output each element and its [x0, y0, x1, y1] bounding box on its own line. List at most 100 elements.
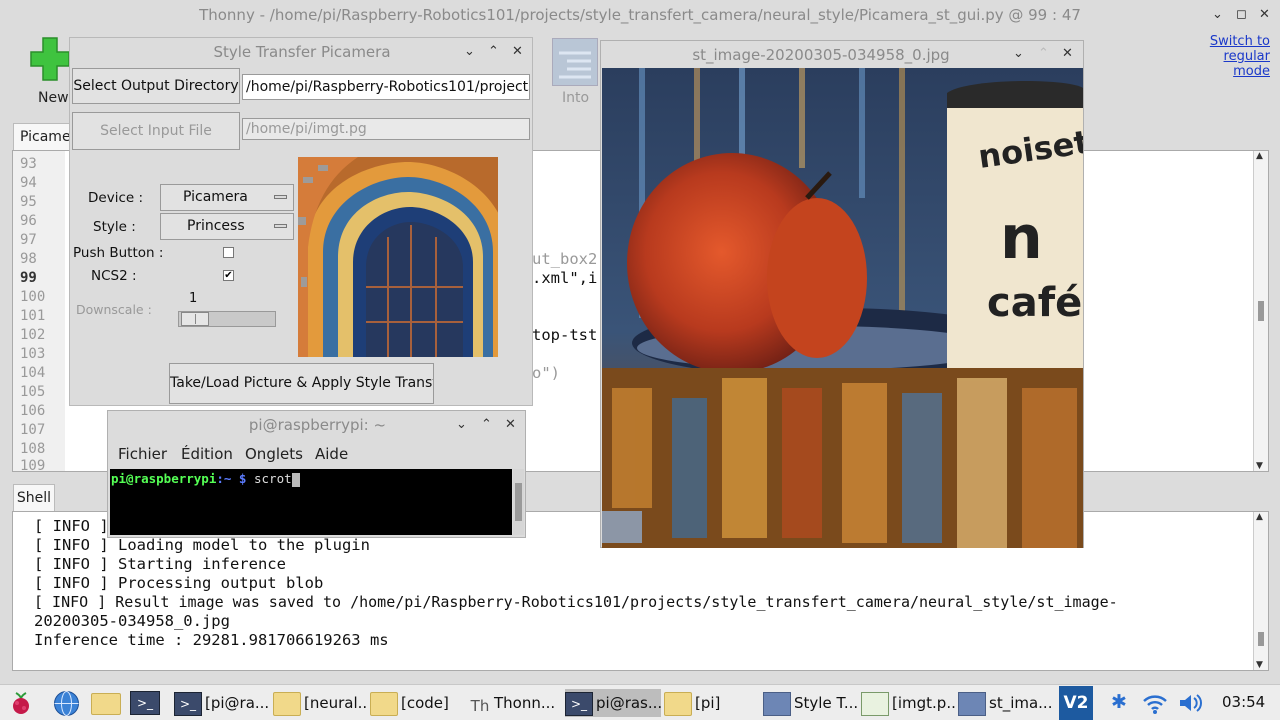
- prompt-path: :~ $: [216, 471, 254, 486]
- ncs2-checkbox[interactable]: ✔: [223, 270, 234, 281]
- into-button-label[interactable]: Into: [562, 90, 589, 106]
- web-browser-icon[interactable]: [53, 690, 80, 717]
- stylized-output-image: noisette n café: [602, 68, 1083, 548]
- downscale-slider[interactable]: [178, 311, 276, 327]
- window-icon: [763, 691, 791, 716]
- scrollbar-thumb[interactable]: [1258, 632, 1264, 646]
- close-icon[interactable]: ✕: [1062, 41, 1073, 67]
- style-select[interactable]: Princess: [160, 213, 294, 240]
- line-number: 97: [20, 232, 37, 248]
- file-manager-icon[interactable]: [91, 693, 121, 715]
- wifi-icon[interactable]: [1142, 693, 1168, 715]
- maximize-icon[interactable]: ⌃: [481, 411, 492, 439]
- switch-mode-line[interactable]: mode: [1200, 64, 1270, 79]
- image-icon: [861, 691, 889, 716]
- scrollbar-thumb[interactable]: [515, 483, 522, 521]
- shell-tab[interactable]: Shell: [13, 484, 55, 512]
- shell-line: [ INFO ] Result image was saved to /home…: [34, 593, 1118, 611]
- taskbar-item[interactable]: Th Thonn...: [469, 689, 562, 717]
- maximize-icon[interactable]: ◻: [1236, 0, 1247, 30]
- volume-icon[interactable]: [1178, 692, 1204, 714]
- style-transfer-window: Style Transfer Picamera ⌄ ⌃ ✕ Select Out…: [69, 37, 533, 406]
- switch-mode-line[interactable]: regular: [1200, 49, 1270, 64]
- taskbar-item-label: Style T...: [794, 694, 857, 712]
- code-fragment: top-tst: [532, 326, 598, 344]
- line-number: 93: [20, 156, 37, 172]
- device-select[interactable]: Picamera: [160, 184, 294, 211]
- editor-tab[interactable]: Picame: [13, 123, 75, 151]
- downscale-value: 1: [189, 291, 198, 306]
- shell-line: 20200305-034958_0.jpg: [34, 612, 230, 630]
- apply-style-button[interactable]: Take/Load Picture & Apply Style Transfer: [169, 363, 434, 404]
- line-number: 100: [20, 289, 46, 305]
- new-button-label[interactable]: New: [38, 90, 69, 106]
- style-value: Princess: [187, 218, 245, 234]
- close-icon[interactable]: ✕: [512, 38, 523, 66]
- thonny-icon: Th: [470, 696, 490, 715]
- line-number: 96: [20, 213, 37, 229]
- line-number: 105: [20, 384, 46, 400]
- minimize-icon[interactable]: ⌄: [464, 38, 475, 66]
- terminal-scrollbar[interactable]: [513, 469, 524, 535]
- terminal-window: pi@raspberrypi: ~ ⌄ ⌃ ✕ Fichier Édition …: [107, 410, 526, 538]
- taskbar-item-label: [pi@ra...: [205, 694, 270, 712]
- terminal-launcher-icon[interactable]: >_: [130, 691, 160, 715]
- bluetooth-icon[interactable]: ✱: [1111, 691, 1127, 713]
- close-icon[interactable]: ✕: [1259, 0, 1270, 30]
- step-into-icon[interactable]: [552, 38, 598, 86]
- new-file-icon[interactable]: [30, 36, 70, 82]
- device-value: Picamera: [183, 189, 248, 205]
- output-dir-field[interactable]: /home/pi/Raspberry-Robotics101/projects/…: [242, 74, 530, 100]
- select-output-button[interactable]: Select Output Directory: [72, 68, 240, 104]
- maximize-icon[interactable]: ⌃: [488, 38, 499, 66]
- clock[interactable]: 03:54: [1222, 693, 1265, 711]
- editor-scrollbar[interactable]: ▲ ▼: [1253, 151, 1268, 471]
- line-number: 102: [20, 327, 46, 343]
- taskbar-item-active[interactable]: >_ pi@ras...: [565, 689, 661, 717]
- folder-icon: [273, 691, 301, 716]
- slider-handle[interactable]: [181, 312, 209, 326]
- style-preview-image: [298, 157, 498, 357]
- taskbar-item[interactable]: [pi]: [664, 689, 760, 717]
- shell-line: [ INFO ] Loading model to the plugin: [34, 536, 370, 554]
- menu-onglets[interactable]: Onglets: [245, 445, 303, 463]
- shell-line: [ INFO ] Starting inference: [34, 555, 286, 573]
- code-fragment: ut_box2: [532, 250, 598, 268]
- taskbar-item[interactable]: [neural...: [273, 689, 367, 717]
- menu-edition[interactable]: Édition: [181, 445, 233, 463]
- minimize-icon[interactable]: ⌄: [1013, 41, 1024, 67]
- menu-aide[interactable]: Aide: [315, 445, 348, 463]
- svg-text:café: café: [987, 280, 1082, 326]
- terminal-output[interactable]: pi@raspberrypi:~ $ scrot: [110, 469, 512, 535]
- minimize-icon[interactable]: ⌄: [456, 411, 467, 439]
- close-icon[interactable]: ✕: [505, 411, 516, 439]
- line-number: 104: [20, 365, 46, 381]
- input-file-field[interactable]: /home/pi/imgt.pg: [242, 118, 530, 140]
- switch-mode-link[interactable]: Switch to regular mode: [1200, 34, 1270, 79]
- image-viewer-window: st_image-20200305-034958_0.jpg ⌄ ⌃ ✕ noi…: [600, 40, 1084, 548]
- raspberry-menu-icon[interactable]: [8, 690, 34, 716]
- taskbar-item[interactable]: >_ [pi@ra...: [174, 689, 270, 717]
- line-number: 108: [20, 441, 46, 457]
- select-input-button[interactable]: Select Input File: [72, 112, 240, 150]
- prompt-user: pi@raspberrypi: [111, 471, 217, 486]
- push-button-checkbox[interactable]: [223, 247, 234, 258]
- taskbar-item[interactable]: [imgt.p...: [861, 689, 955, 717]
- line-number: 101: [20, 308, 46, 324]
- line-number: 107: [20, 422, 46, 438]
- downscale-label: Downscale :: [76, 302, 152, 317]
- line-number: 94: [20, 175, 37, 191]
- shell-line: [ INFO ]: [34, 517, 109, 535]
- taskbar-item[interactable]: [code]: [370, 689, 466, 717]
- taskbar-item[interactable]: st_ima...: [958, 689, 1052, 717]
- shell-scrollbar[interactable]: ▲ ▼: [1253, 512, 1268, 670]
- push-button-label: Push Button :: [73, 245, 164, 261]
- vnc-icon[interactable]: V2: [1059, 686, 1093, 720]
- scrollbar-thumb[interactable]: [1258, 301, 1264, 321]
- maximize-icon[interactable]: ⌃: [1038, 41, 1049, 67]
- switch-mode-line[interactable]: Switch to: [1200, 34, 1270, 49]
- taskbar-item-label: pi@ras...: [596, 694, 661, 712]
- minimize-icon[interactable]: ⌄: [1212, 0, 1223, 30]
- menu-fichier[interactable]: Fichier: [118, 445, 167, 463]
- taskbar-item[interactable]: Style T...: [763, 689, 857, 717]
